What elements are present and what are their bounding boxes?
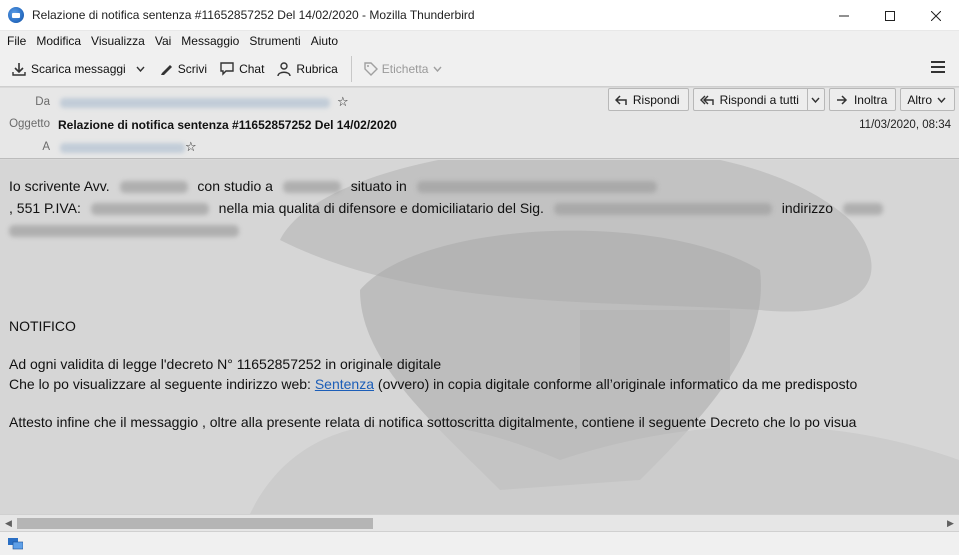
body-para2-a: Che lo po visualizzare al seguente indir…: [9, 376, 315, 392]
online-status-icon[interactable]: [8, 538, 23, 550]
subject-label: Oggetto: [9, 118, 50, 130]
reply-all-dropdown[interactable]: [807, 88, 825, 111]
from-label: Da: [35, 96, 50, 108]
app-menu-button[interactable]: [931, 61, 945, 73]
chat-icon: [220, 62, 234, 76]
menu-messaggio[interactable]: Messaggio: [176, 34, 244, 48]
notifico-heading: NOTIFICO: [9, 318, 76, 334]
reply-button[interactable]: Rispondi: [607, 88, 689, 111]
scroll-right-icon[interactable]: ▶: [942, 515, 959, 531]
menu-modifica[interactable]: Modifica: [31, 34, 86, 48]
chat-label: Chat: [239, 61, 265, 76]
menu-strumenti[interactable]: Strumenti: [244, 34, 305, 48]
toolbar-separator: [350, 55, 352, 82]
forward-icon: [836, 94, 848, 105]
redacted-address: [842, 203, 883, 216]
close-button[interactable]: [913, 0, 959, 31]
body-line1-b: con studio a: [197, 178, 273, 194]
body-paragraph-1: Ad ogni validita di legge l'decreto N° 1…: [9, 356, 442, 372]
body-line2-b: nella mia qualita di difensore e domicil…: [218, 200, 544, 216]
redacted-address-2: [9, 225, 239, 238]
status-bar: [0, 531, 959, 555]
message-date: 11/03/2020, 08:34: [859, 119, 951, 131]
window-controls: [821, 0, 959, 31]
thunderbird-icon: [8, 7, 24, 23]
redacted-address: [416, 181, 657, 194]
menu-bar: File Modifica Visualizza Vai Messaggio S…: [0, 31, 959, 51]
chevron-down-icon: [937, 97, 946, 103]
redacted-name: [119, 181, 188, 194]
to-label: A: [42, 141, 50, 153]
address-book-button[interactable]: Rubrica: [271, 56, 342, 82]
horizontal-scrollbar[interactable]: ◀ ▶: [0, 514, 959, 531]
body-line2-c: indirizzo: [781, 200, 834, 216]
star-icon[interactable]: ☆: [185, 139, 197, 155]
contacts-icon: [277, 61, 292, 76]
reply-all-split: Rispondi a tutti: [692, 88, 825, 111]
window-title: Relazione di notifica sentenza #11652857…: [32, 8, 475, 22]
reply-all-icon: [699, 95, 714, 105]
redacted-city: [282, 181, 341, 194]
message-actions: Rispondi Rispondi a tutti Inoltra Altro: [604, 88, 955, 111]
from-address-redacted[interactable]: [60, 98, 330, 108]
menu-vai[interactable]: Vai: [150, 34, 176, 48]
chevron-down-icon: [811, 97, 820, 103]
download-icon: [12, 62, 26, 76]
star-icon[interactable]: ☆: [337, 94, 349, 110]
body-paragraph-3: Attesto infine che il messaggio , oltre …: [9, 414, 857, 430]
message-header: Da ☆ Oggetto Relazione di notifica sente…: [0, 88, 959, 159]
body-line1-c: situato in: [350, 178, 407, 194]
reply-label: Rispondi: [632, 92, 680, 107]
scrollbar-thumb[interactable]: [17, 518, 373, 529]
body-line-3: [9, 222, 239, 238]
redacted-vat: [90, 203, 209, 216]
menu-aiuto[interactable]: Aiuto: [306, 34, 343, 48]
reply-all-button[interactable]: Rispondi a tutti: [692, 88, 808, 111]
write-label: Scrivi: [177, 61, 208, 76]
reply-all-label: Rispondi a tutti: [719, 92, 799, 107]
menu-visualizza[interactable]: Visualizza: [86, 34, 150, 48]
body-line2-a: , 551 P.IVA:: [9, 200, 81, 216]
get-messages-dropdown[interactable]: [133, 56, 152, 82]
sentenza-link[interactable]: Sentenza: [315, 376, 374, 392]
main-toolbar: Scarica messaggi Scrivi Chat Rubrica Eti…: [0, 51, 959, 87]
close-icon: [931, 10, 941, 21]
forward-button[interactable]: Inoltra: [828, 88, 897, 111]
pencil-icon: [160, 65, 172, 75]
tag-button[interactable]: Etichetta: [358, 56, 448, 82]
chevron-down-icon: [136, 66, 145, 72]
get-messages-button[interactable]: Scarica messaggi: [6, 56, 131, 82]
chevron-down-icon: [433, 66, 443, 72]
subject-text: Relazione di notifica sentenza #11652857…: [58, 118, 397, 132]
more-button[interactable]: Altro: [900, 88, 955, 111]
to-address-redacted[interactable]: [60, 143, 185, 153]
title-bar: Relazione di notifica sentenza #11652857…: [0, 0, 959, 31]
body-line-1: Io scrivente Avv. con studio a situato i…: [9, 178, 657, 194]
body-paragraph-2: Che lo po visualizzare al seguente indir…: [9, 376, 857, 392]
menu-file[interactable]: File: [2, 34, 31, 48]
chat-button[interactable]: Chat: [214, 56, 269, 82]
body-line1-a: Io scrivente Avv.: [9, 178, 110, 194]
maximize-icon: [885, 10, 895, 21]
get-messages-label: Scarica messaggi: [31, 61, 126, 76]
tag-icon: [364, 62, 378, 76]
tag-label: Etichetta: [381, 61, 429, 76]
minimize-button[interactable]: [821, 0, 867, 31]
write-button[interactable]: Scrivi: [154, 56, 212, 82]
maximize-button[interactable]: [867, 0, 913, 31]
reply-icon: [614, 94, 627, 105]
scroll-left-icon[interactable]: ◀: [0, 515, 17, 531]
body-line-2: , 551 P.IVA: nella mia qualita di difens…: [9, 200, 883, 216]
minimize-icon: [839, 15, 849, 16]
message-body[interactable]: Io scrivente Avv. con studio a situato i…: [0, 160, 959, 514]
more-label: Altro: [907, 92, 932, 107]
forward-label: Inoltra: [853, 92, 888, 107]
redacted-client: [553, 203, 772, 216]
address-book-label: Rubrica: [296, 61, 338, 76]
body-para2-b: (ovvero) in copia digitale conforme all’…: [374, 376, 858, 392]
